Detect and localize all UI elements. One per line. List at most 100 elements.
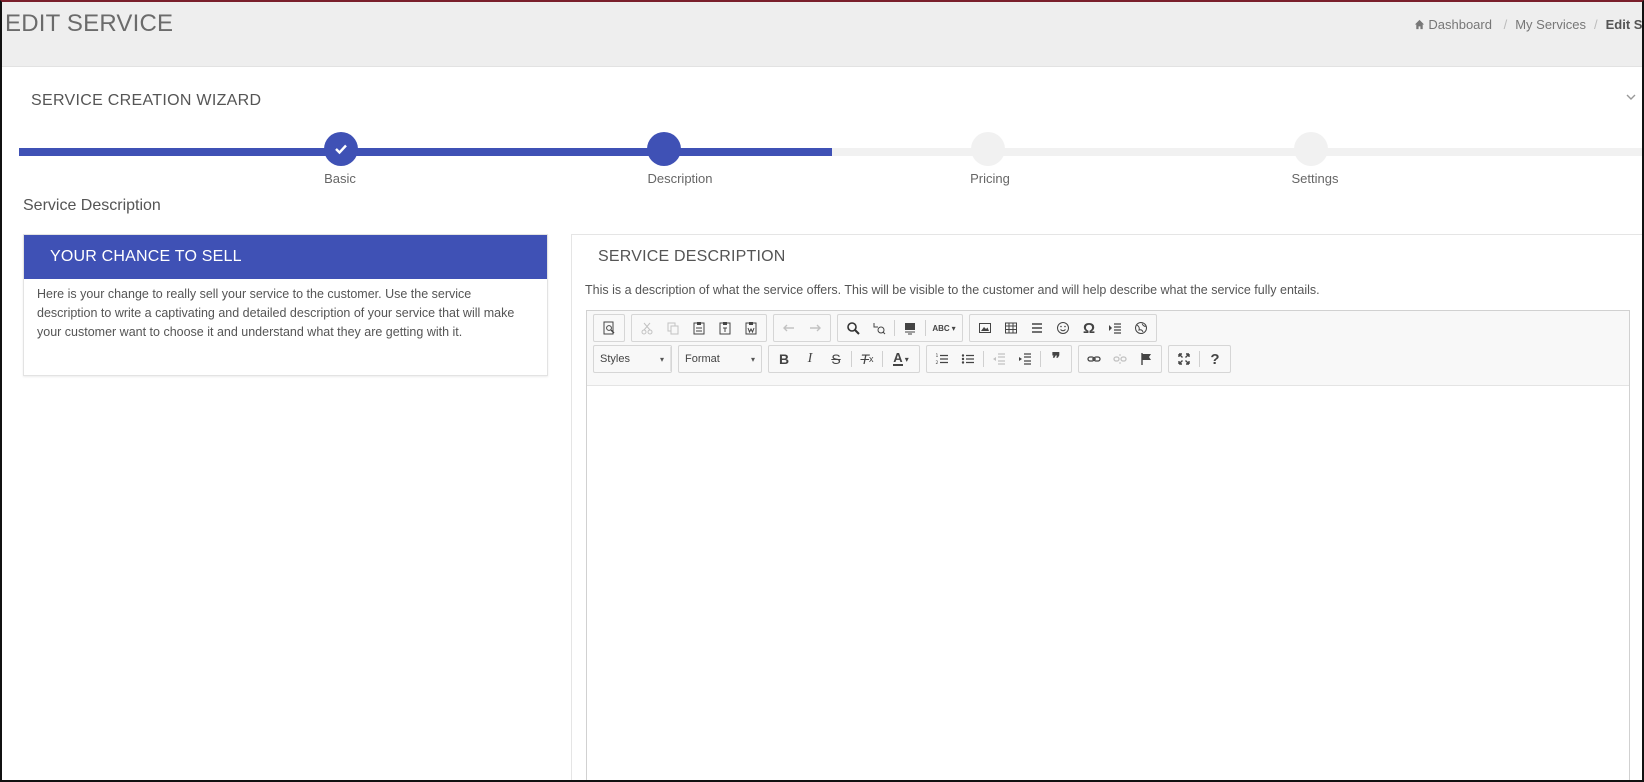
wizard-title: SERVICE CREATION WIZARD xyxy=(31,92,262,109)
find-icon[interactable] xyxy=(840,316,866,340)
toolbar-separator xyxy=(851,351,852,367)
svg-text:1: 1 xyxy=(936,353,939,359)
paste-text-icon[interactable] xyxy=(712,316,738,340)
toolbar-group-find: ABC ▾ xyxy=(837,314,963,342)
step-description-label[interactable]: Description xyxy=(647,171,712,186)
text-color-arrow: ▾ xyxy=(904,354,909,364)
indent-icon[interactable] xyxy=(1012,347,1038,371)
page-break-icon[interactable] xyxy=(1102,316,1128,340)
toolbar-group-document xyxy=(593,314,625,342)
toolbar-group-clipboard xyxy=(631,314,767,342)
iframe-globe-icon[interactable] xyxy=(1128,316,1154,340)
maximize-icon[interactable] xyxy=(1171,347,1197,371)
step-description-dot[interactable] xyxy=(647,132,681,166)
toolbar-group-format: Format ▾ xyxy=(678,345,762,373)
outdent-icon[interactable] xyxy=(986,347,1012,371)
image-icon[interactable] xyxy=(972,316,998,340)
app-frame: EDIT SERVICE Dashboard / My Services / Edit… xyxy=(0,0,1644,782)
remove-format-glyph: T xyxy=(860,351,870,367)
toolbar-separator xyxy=(925,320,926,336)
wizard-progress-track xyxy=(19,148,1642,156)
undo-icon[interactable] xyxy=(776,316,802,340)
step-basic-dot[interactable] xyxy=(324,132,358,166)
sell-tip-panel: YOUR CHANCE TO SELL Here is your change … xyxy=(23,234,548,376)
step-basic-label[interactable]: Basic xyxy=(324,171,356,186)
step-settings-label[interactable]: Settings xyxy=(1292,171,1339,186)
rich-text-editor: ABC ▾ Ω Styles ▾ Format ▾ B I S T x A ▾ … xyxy=(586,310,1630,780)
chevron-down-icon[interactable] xyxy=(1626,92,1636,102)
spellcheck-glyph: ABC xyxy=(932,323,950,333)
breadcrumb-dashboard-label: Dashboard xyxy=(1428,17,1492,32)
numbered-list-icon[interactable]: 12 xyxy=(929,347,955,371)
toolbar-row-2: Styles ▾ Format ▾ B I S Tx A ▾ 1 2 ❞ ? xyxy=(593,345,1237,373)
toolbar-group-insert: Ω xyxy=(969,314,1157,342)
toolbar-separator xyxy=(882,351,883,367)
link-icon[interactable] xyxy=(1081,347,1107,371)
sell-tip-title: YOUR CHANCE TO SELL xyxy=(24,235,547,279)
toolbar-group-links xyxy=(1078,345,1162,373)
chevron-down-icon: ▾ xyxy=(659,354,664,364)
select-all-icon[interactable] xyxy=(897,316,923,340)
bold-icon[interactable]: B xyxy=(771,347,797,371)
format-dropdown[interactable]: Format ▾ xyxy=(679,347,761,371)
description-panel-title: SERVICE DESCRIPTION xyxy=(598,248,786,265)
spellcheck-arrow: ▾ xyxy=(951,323,956,333)
wizard-progress-fill xyxy=(19,148,832,156)
breadcrumb: Dashboard / My Services / Edit Serv xyxy=(1414,17,1642,32)
bulleted-list-icon[interactable] xyxy=(955,347,981,371)
unlink-icon[interactable] xyxy=(1107,347,1133,371)
breadcrumb-my-services[interactable]: My Services xyxy=(1515,17,1586,32)
home-icon xyxy=(1415,19,1425,30)
step-settings-dot[interactable] xyxy=(1294,132,1328,166)
check-icon xyxy=(335,144,347,155)
description-panel: SERVICE DESCRIPTION This is a descriptio… xyxy=(571,234,1642,780)
chevron-down-icon: ▾ xyxy=(750,354,755,364)
page-header: EDIT SERVICE Dashboard / My Services / Edit… xyxy=(2,2,1642,67)
paste-icon[interactable] xyxy=(686,316,712,340)
styles-dropdown[interactable]: Styles ▾ xyxy=(594,347,671,371)
section-heading: Service Description xyxy=(23,197,161,214)
text-color-glyph: A xyxy=(893,350,903,366)
format-dropdown-label: Format xyxy=(685,353,720,365)
toolbar-group-styles: Styles ▾ xyxy=(593,345,672,373)
blockquote-icon[interactable]: ❞ xyxy=(1043,347,1069,371)
replace-icon[interactable] xyxy=(866,316,892,340)
step-pricing-label[interactable]: Pricing xyxy=(970,171,1010,186)
styles-dropdown-label: Styles xyxy=(600,353,630,365)
svg-text:2: 2 xyxy=(936,360,939,366)
toolbar-separator xyxy=(894,320,895,336)
special-char-icon[interactable]: Ω xyxy=(1076,316,1102,340)
help-icon[interactable]: ? xyxy=(1202,347,1228,371)
remove-format-icon[interactable]: Tx xyxy=(854,347,880,371)
toolbar-separator xyxy=(1040,351,1041,367)
editor-content-area[interactable] xyxy=(587,386,1629,780)
table-icon[interactable] xyxy=(998,316,1024,340)
redo-icon[interactable] xyxy=(802,316,828,340)
text-color-icon[interactable]: A ▾ xyxy=(885,347,917,371)
sell-tip-body: Here is your change to really sell your … xyxy=(37,287,515,339)
copy-icon[interactable] xyxy=(660,316,686,340)
step-pricing-dot[interactable] xyxy=(971,132,1005,166)
breadcrumb-separator: / xyxy=(1503,17,1508,32)
toolbar-group-basicstyles: B I S Tx A ▾ xyxy=(768,345,920,373)
paste-word-icon[interactable] xyxy=(738,316,764,340)
horizontal-rule-icon[interactable] xyxy=(1024,316,1050,340)
breadcrumb-dashboard[interactable]: Dashboard xyxy=(1414,17,1495,32)
anchor-flag-icon[interactable] xyxy=(1133,347,1159,371)
italic-icon[interactable]: I xyxy=(797,347,823,371)
toolbar-group-history xyxy=(773,314,831,342)
editor-toolbar: ABC ▾ Ω Styles ▾ Format ▾ B I S T x A ▾ … xyxy=(587,311,1629,386)
remove-format-sub: x xyxy=(869,354,874,364)
preview-icon[interactable] xyxy=(596,316,622,340)
smiley-icon[interactable] xyxy=(1050,316,1076,340)
toolbar-row-1: ABC ▾ Ω xyxy=(593,314,1163,342)
page-title: EDIT SERVICE xyxy=(5,10,174,37)
toolbar-group-tools: ? xyxy=(1168,345,1231,373)
description-help-text: This is a description of what the servic… xyxy=(585,283,1320,297)
toolbar-separator xyxy=(983,351,984,367)
breadcrumb-separator: / xyxy=(1594,17,1598,32)
toolbar-separator xyxy=(1199,351,1200,367)
strikethrough-icon[interactable]: S xyxy=(823,347,849,371)
spellcheck-icon[interactable]: ABC ▾ xyxy=(928,316,960,340)
cut-icon[interactable] xyxy=(634,316,660,340)
